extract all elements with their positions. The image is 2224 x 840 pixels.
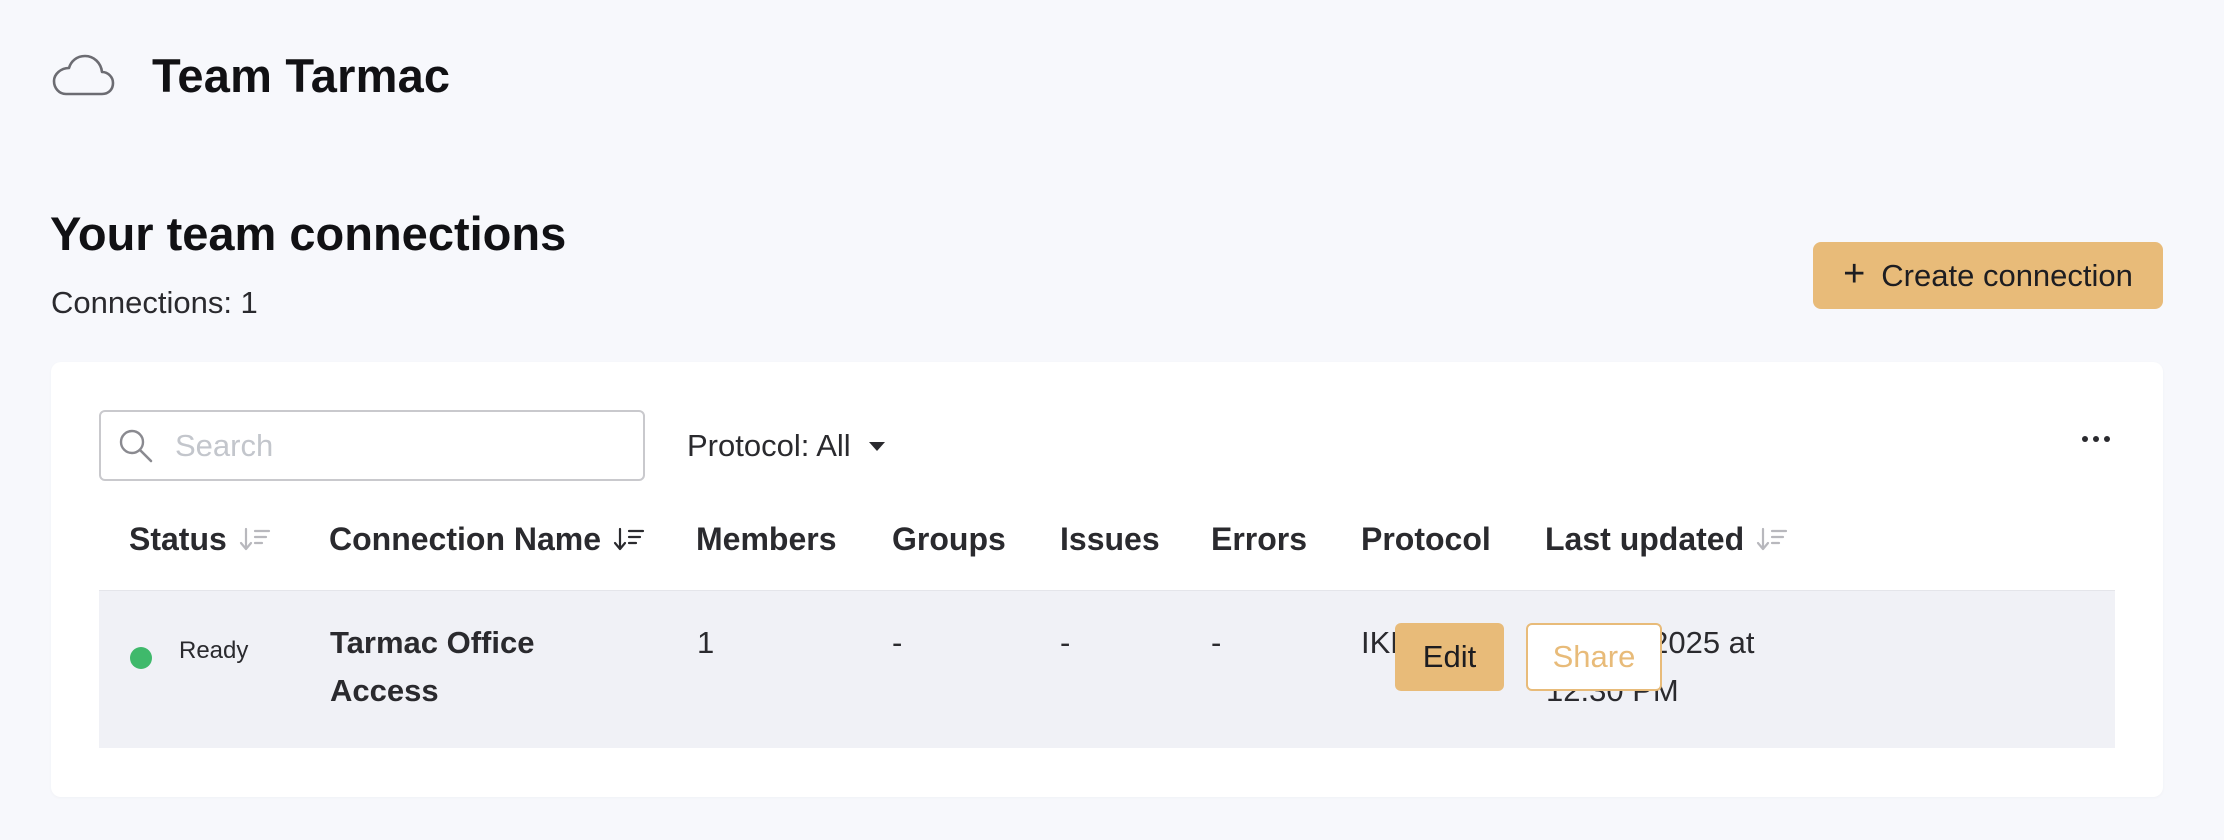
issues-value: - <box>1060 625 1071 660</box>
column-header-label: Protocol <box>1361 520 1491 557</box>
search-icon <box>119 429 153 462</box>
more-horizontal-icon[interactable] <box>2080 430 2112 448</box>
connection-name: Tarmac Office Access <box>330 625 535 708</box>
create-connection-label: Create connection <box>1881 257 2133 293</box>
groups-value: - <box>892 625 903 660</box>
errors-value: - <box>1211 625 1222 660</box>
table-row[interactable]: Ready Tarmac Office Access 1 - - - IKEv2… <box>99 590 2115 748</box>
sort-icon[interactable] <box>239 524 271 554</box>
sort-icon[interactable] <box>613 524 645 554</box>
search-input[interactable] <box>175 427 615 464</box>
connections-count: Connections: 1 <box>51 285 258 320</box>
share-button[interactable]: Share <box>1526 623 1662 691</box>
column-header-connection-name[interactable]: Connection Name <box>329 514 645 564</box>
column-header-label: Members <box>696 520 837 557</box>
column-header-issues: Issues <box>1060 514 1160 564</box>
members-count: 1 <box>697 625 715 660</box>
column-header-label: Issues <box>1060 520 1160 557</box>
search-box[interactable] <box>99 410 645 481</box>
caret-down-icon <box>868 441 885 451</box>
protocol-filter-label: Protocol: All <box>687 428 851 463</box>
section-title: Your team connections <box>50 207 567 260</box>
column-header-label: Errors <box>1211 520 1308 557</box>
cloud-icon <box>52 54 115 96</box>
status-indicator-dot <box>130 647 152 669</box>
column-header-protocol: Protocol <box>1361 514 1491 564</box>
connections-card: Protocol: All Status Connection Name Mem… <box>51 362 2163 797</box>
protocol-filter-dropdown[interactable]: Protocol: All <box>687 420 885 472</box>
edit-button[interactable]: Edit <box>1395 623 1504 691</box>
app-title: Team Tarmac <box>152 48 451 102</box>
plus-icon: + <box>1843 253 1866 295</box>
column-header-last-updated[interactable]: Last updated <box>1545 514 1788 564</box>
status-text: Ready <box>179 637 249 664</box>
column-header-errors: Errors <box>1211 514 1307 564</box>
column-header-status[interactable]: Status <box>129 514 271 564</box>
app-header: Team Tarmac <box>50 40 450 110</box>
column-header-label: Groups <box>892 520 1006 557</box>
column-header-label: Connection Name <box>329 520 602 557</box>
sort-icon[interactable] <box>1756 524 1788 554</box>
column-header-label: Status <box>129 520 227 557</box>
column-header-members: Members <box>696 514 837 564</box>
create-connection-button[interactable]: + Create connection <box>1813 242 2163 309</box>
column-header-label: Last updated <box>1545 520 1745 557</box>
column-header-groups: Groups <box>892 514 1006 564</box>
